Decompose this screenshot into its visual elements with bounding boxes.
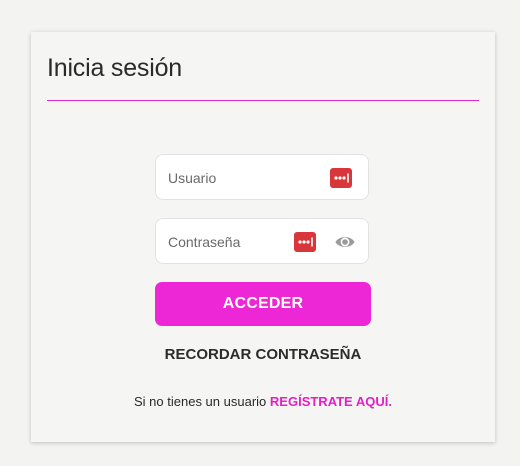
- title-divider: [47, 100, 479, 101]
- page-title: Inicia sesión: [47, 54, 182, 82]
- register-prompt-line: Si no tienes un usuario REGÍSTRATE AQUÍ.: [31, 394, 495, 409]
- password-manager-icon[interactable]: [294, 232, 316, 252]
- login-card: Inicia sesión Usuario ACCEDER RECORDAR C…: [31, 32, 495, 442]
- register-link[interactable]: REGÍSTRATE AQUÍ.: [270, 394, 392, 409]
- register-prompt-text: Si no tienes un usuario: [134, 394, 267, 409]
- password-input[interactable]: [168, 231, 298, 253]
- username-field-wrapper: [155, 154, 369, 200]
- recover-password-link[interactable]: RECORDAR CONTRASEÑA: [155, 346, 371, 363]
- password-manager-icon[interactable]: [330, 168, 352, 188]
- username-input[interactable]: [168, 167, 298, 189]
- eye-icon[interactable]: [334, 232, 356, 252]
- submit-button[interactable]: ACCEDER: [155, 282, 371, 326]
- password-field-wrapper: [155, 218, 369, 264]
